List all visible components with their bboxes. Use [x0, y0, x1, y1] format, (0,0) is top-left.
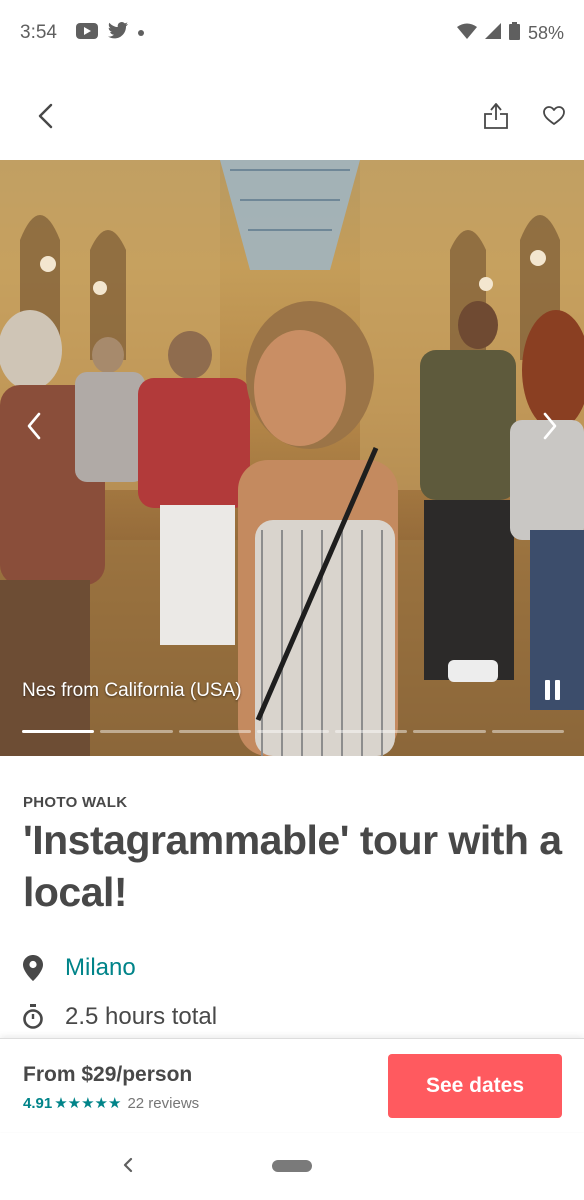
duration-text: 2.5 hours total	[65, 1003, 218, 1030]
share-icon	[484, 103, 508, 129]
progress-segment	[335, 730, 408, 733]
carousel-prev-button[interactable]	[18, 408, 50, 444]
carousel-next-button[interactable]	[534, 408, 566, 444]
progress-segment	[22, 730, 95, 733]
system-nav-bar	[0, 1133, 584, 1200]
location-row[interactable]: Milano	[23, 954, 136, 982]
top-app-bar	[0, 70, 584, 160]
nav-home-pill[interactable]	[272, 1160, 312, 1172]
notification-dot	[138, 30, 144, 36]
review-count: 22 reviews	[127, 1094, 200, 1112]
hero-photo	[0, 160, 584, 756]
chevron-right-icon	[543, 412, 557, 440]
nav-back-icon	[123, 1157, 133, 1173]
hero-photo-carousel[interactable]: Nes from California (USA)	[0, 160, 584, 756]
booking-bar: From $29/person 4.91 ★★★★★ 22 reviews Se…	[0, 1038, 584, 1132]
status-notification-icons	[76, 22, 144, 44]
experience-title: 'Instagrammable' tour with a local!	[23, 817, 562, 915]
photo-caption: Nes from California (USA)	[22, 680, 242, 701]
progress-segment	[256, 730, 330, 733]
progress-segment	[178, 730, 251, 733]
rating-summary[interactable]: 4.91 ★★★★★ 22 reviews	[23, 1094, 200, 1113]
experience-category: PHOTO WALK	[23, 794, 128, 811]
location-link[interactable]: Milano	[65, 954, 136, 982]
status-system-icons: 58%	[456, 22, 564, 45]
star-rating-icons: ★★★★★	[54, 1095, 122, 1112]
youtube-icon	[76, 22, 98, 44]
progress-segment	[491, 730, 564, 733]
wifi-icon	[456, 23, 477, 44]
pause-icon-bar	[554, 680, 560, 700]
see-dates-button[interactable]: See dates	[388, 1054, 562, 1118]
chevron-left-icon	[27, 412, 41, 440]
pause-icon	[544, 680, 550, 700]
favorite-button[interactable]	[536, 98, 572, 134]
carousel-progress	[22, 730, 564, 733]
back-button[interactable]	[28, 98, 64, 134]
battery-percent: 58%	[527, 23, 564, 43]
stopwatch-icon	[23, 1004, 43, 1029]
status-bar: 3:54 58%	[0, 0, 584, 70]
status-time: 3:54	[20, 22, 57, 43]
signal-icon	[484, 23, 501, 44]
nav-back-button[interactable]	[116, 1153, 140, 1177]
twitter-icon	[108, 22, 128, 44]
progress-segment	[413, 730, 486, 733]
heart-icon	[543, 106, 565, 125]
price-text: From $29/person	[23, 1063, 193, 1086]
battery-icon	[508, 22, 520, 45]
back-arrow-icon	[38, 103, 53, 129]
pause-button[interactable]	[540, 680, 564, 704]
share-button[interactable]	[478, 98, 514, 134]
location-pin-icon	[23, 955, 43, 981]
progress-segment	[100, 730, 173, 733]
duration-row: 2.5 hours total	[23, 1003, 217, 1031]
rating-value: 4.91	[23, 1094, 53, 1112]
